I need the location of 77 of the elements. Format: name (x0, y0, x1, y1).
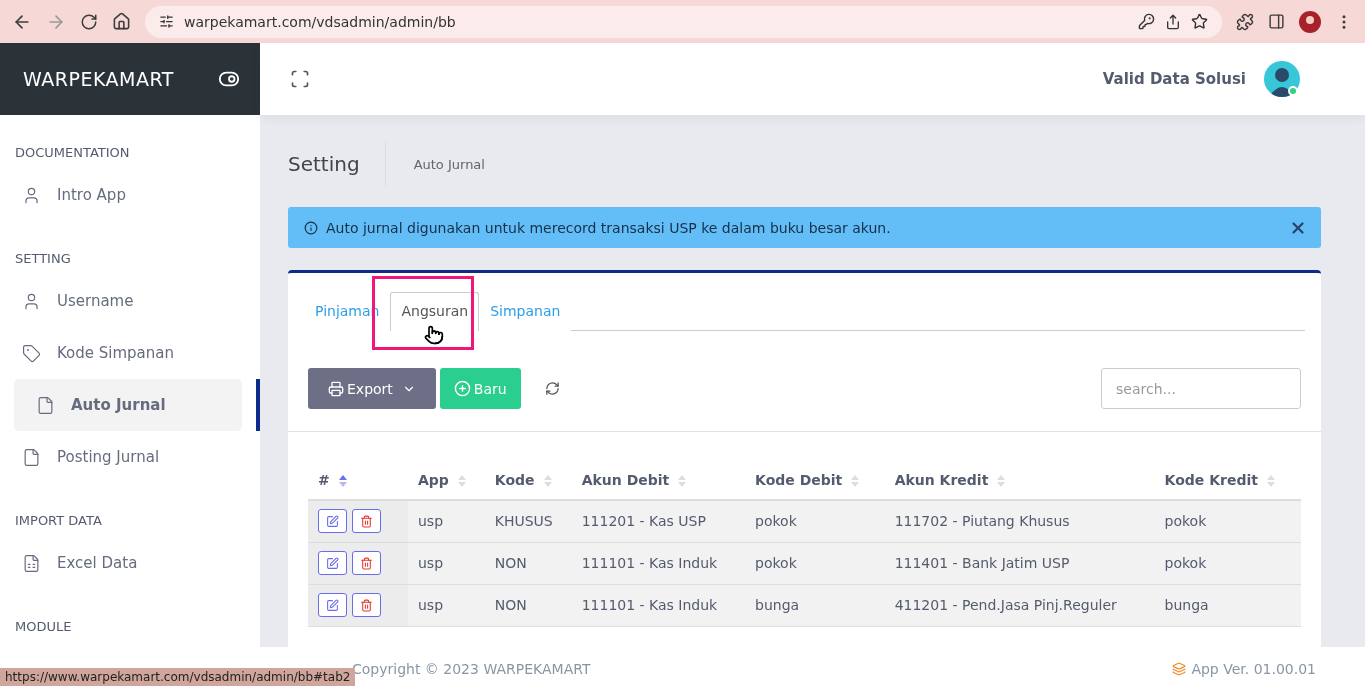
table-cell: 411201 - Pend.Jasa Pinj.Reguler (884, 584, 1155, 626)
layers-icon (1172, 662, 1187, 676)
plus-circle-icon (453, 380, 471, 397)
table-cell: bunga (745, 584, 885, 626)
version-text: App Ver. 01.00.01 (1191, 661, 1316, 677)
section-title: MODULE (14, 619, 73, 634)
user-name: Valid Data Solusi (1102, 70, 1246, 88)
sidebar-item[interactable]: Kode Simpanan (14, 327, 242, 379)
table-cell: usp (408, 542, 485, 584)
table-cell: pokok (1154, 500, 1301, 542)
home-icon[interactable] (112, 12, 131, 31)
sidebar-item[interactable]: Excel Data (14, 537, 242, 589)
user-icon (22, 291, 41, 311)
section-title: DOCUMENTATION (14, 145, 131, 160)
section-title: SETTING (14, 251, 72, 266)
edit-button[interactable] (318, 593, 347, 617)
sort-icon[interactable] (337, 473, 348, 488)
table-cell: 111101 - Kas Induk (571, 542, 746, 584)
trash-icon (360, 514, 373, 528)
delete-button[interactable] (352, 551, 381, 575)
tab[interactable]: Angsuran (390, 292, 480, 331)
edit-icon (326, 556, 339, 570)
table-cell: pokok (1154, 542, 1301, 584)
trash-icon (360, 598, 373, 612)
address-bar[interactable]: warpekamart.com/vdsadmin/admin/bb (145, 5, 1222, 38)
export-button[interactable]: Export (308, 368, 436, 409)
file-icon (36, 395, 55, 415)
sidebar-item[interactable]: Username (14, 275, 242, 327)
refresh-icon (544, 381, 560, 396)
search-field[interactable]: search... (1101, 368, 1301, 409)
tag-icon (22, 343, 41, 363)
breadcrumb: Auto Jurnal (413, 156, 485, 172)
edit-button[interactable] (318, 551, 347, 575)
reload-icon[interactable] (80, 12, 98, 31)
side-panel-icon[interactable] (1268, 13, 1285, 30)
star-icon[interactable] (1191, 13, 1208, 30)
table-cell: bunga (1154, 584, 1301, 626)
table-cell: usp (408, 500, 485, 542)
profile-avatar[interactable] (1299, 10, 1321, 33)
table-cell: usp (408, 584, 485, 626)
table-cell: 111201 - Kas USP (571, 500, 746, 542)
printer-icon (328, 380, 344, 397)
sidebar-item[interactable]: Intro App (14, 169, 242, 221)
edit-button[interactable] (318, 509, 347, 534)
share-icon[interactable] (1165, 13, 1181, 30)
alert-text: Auto jurnal digunakan untuk merecord transaksi USP ke dalam buku besar akun. (326, 219, 892, 236)
status-url: https://www.warpekamart.com/vdsadmin/admin/bb#tab2 (0, 668, 356, 686)
edit-icon (326, 598, 339, 612)
table-cell: NON (484, 542, 572, 584)
brand-name: WARPEKAMART (23, 68, 174, 90)
delete-button[interactable] (352, 593, 381, 617)
extensions-icon[interactable] (1236, 12, 1254, 31)
url-text: warpekamart.com/vdsadmin/admin/bb (184, 13, 457, 30)
site-settings-icon[interactable] (159, 14, 174, 29)
user-avatar[interactable] (1264, 61, 1300, 97)
delete-button[interactable] (352, 509, 381, 534)
table-cell: pokok (745, 542, 885, 584)
table-cell: 111702 - Piutang Khusus (884, 500, 1155, 542)
active-indicator (256, 379, 260, 431)
hand-cursor-icon (424, 325, 444, 345)
file-icon (22, 447, 41, 467)
trash-icon (360, 556, 373, 570)
sidebar-item[interactable]: Posting Jurnal (14, 431, 242, 483)
table-cell: KHUSUS (484, 500, 572, 542)
table-cell: 111401 - Bank Jatim USP (884, 542, 1155, 584)
sidebar-item[interactable]: Auto Jurnal (14, 379, 242, 431)
fullscreen-icon[interactable] (290, 69, 310, 89)
table-cell: 111101 - Kas Induk (571, 584, 746, 626)
table-cell: pokok (745, 500, 885, 542)
spreadsheet-icon (22, 553, 41, 573)
page-title: Setting (288, 141, 386, 187)
table-cell: NON (484, 584, 572, 626)
user-icon (22, 185, 41, 205)
info-icon (304, 220, 318, 235)
section-title: IMPORT DATA (14, 513, 103, 528)
key-icon[interactable] (1138, 13, 1155, 30)
edit-icon (326, 514, 339, 528)
